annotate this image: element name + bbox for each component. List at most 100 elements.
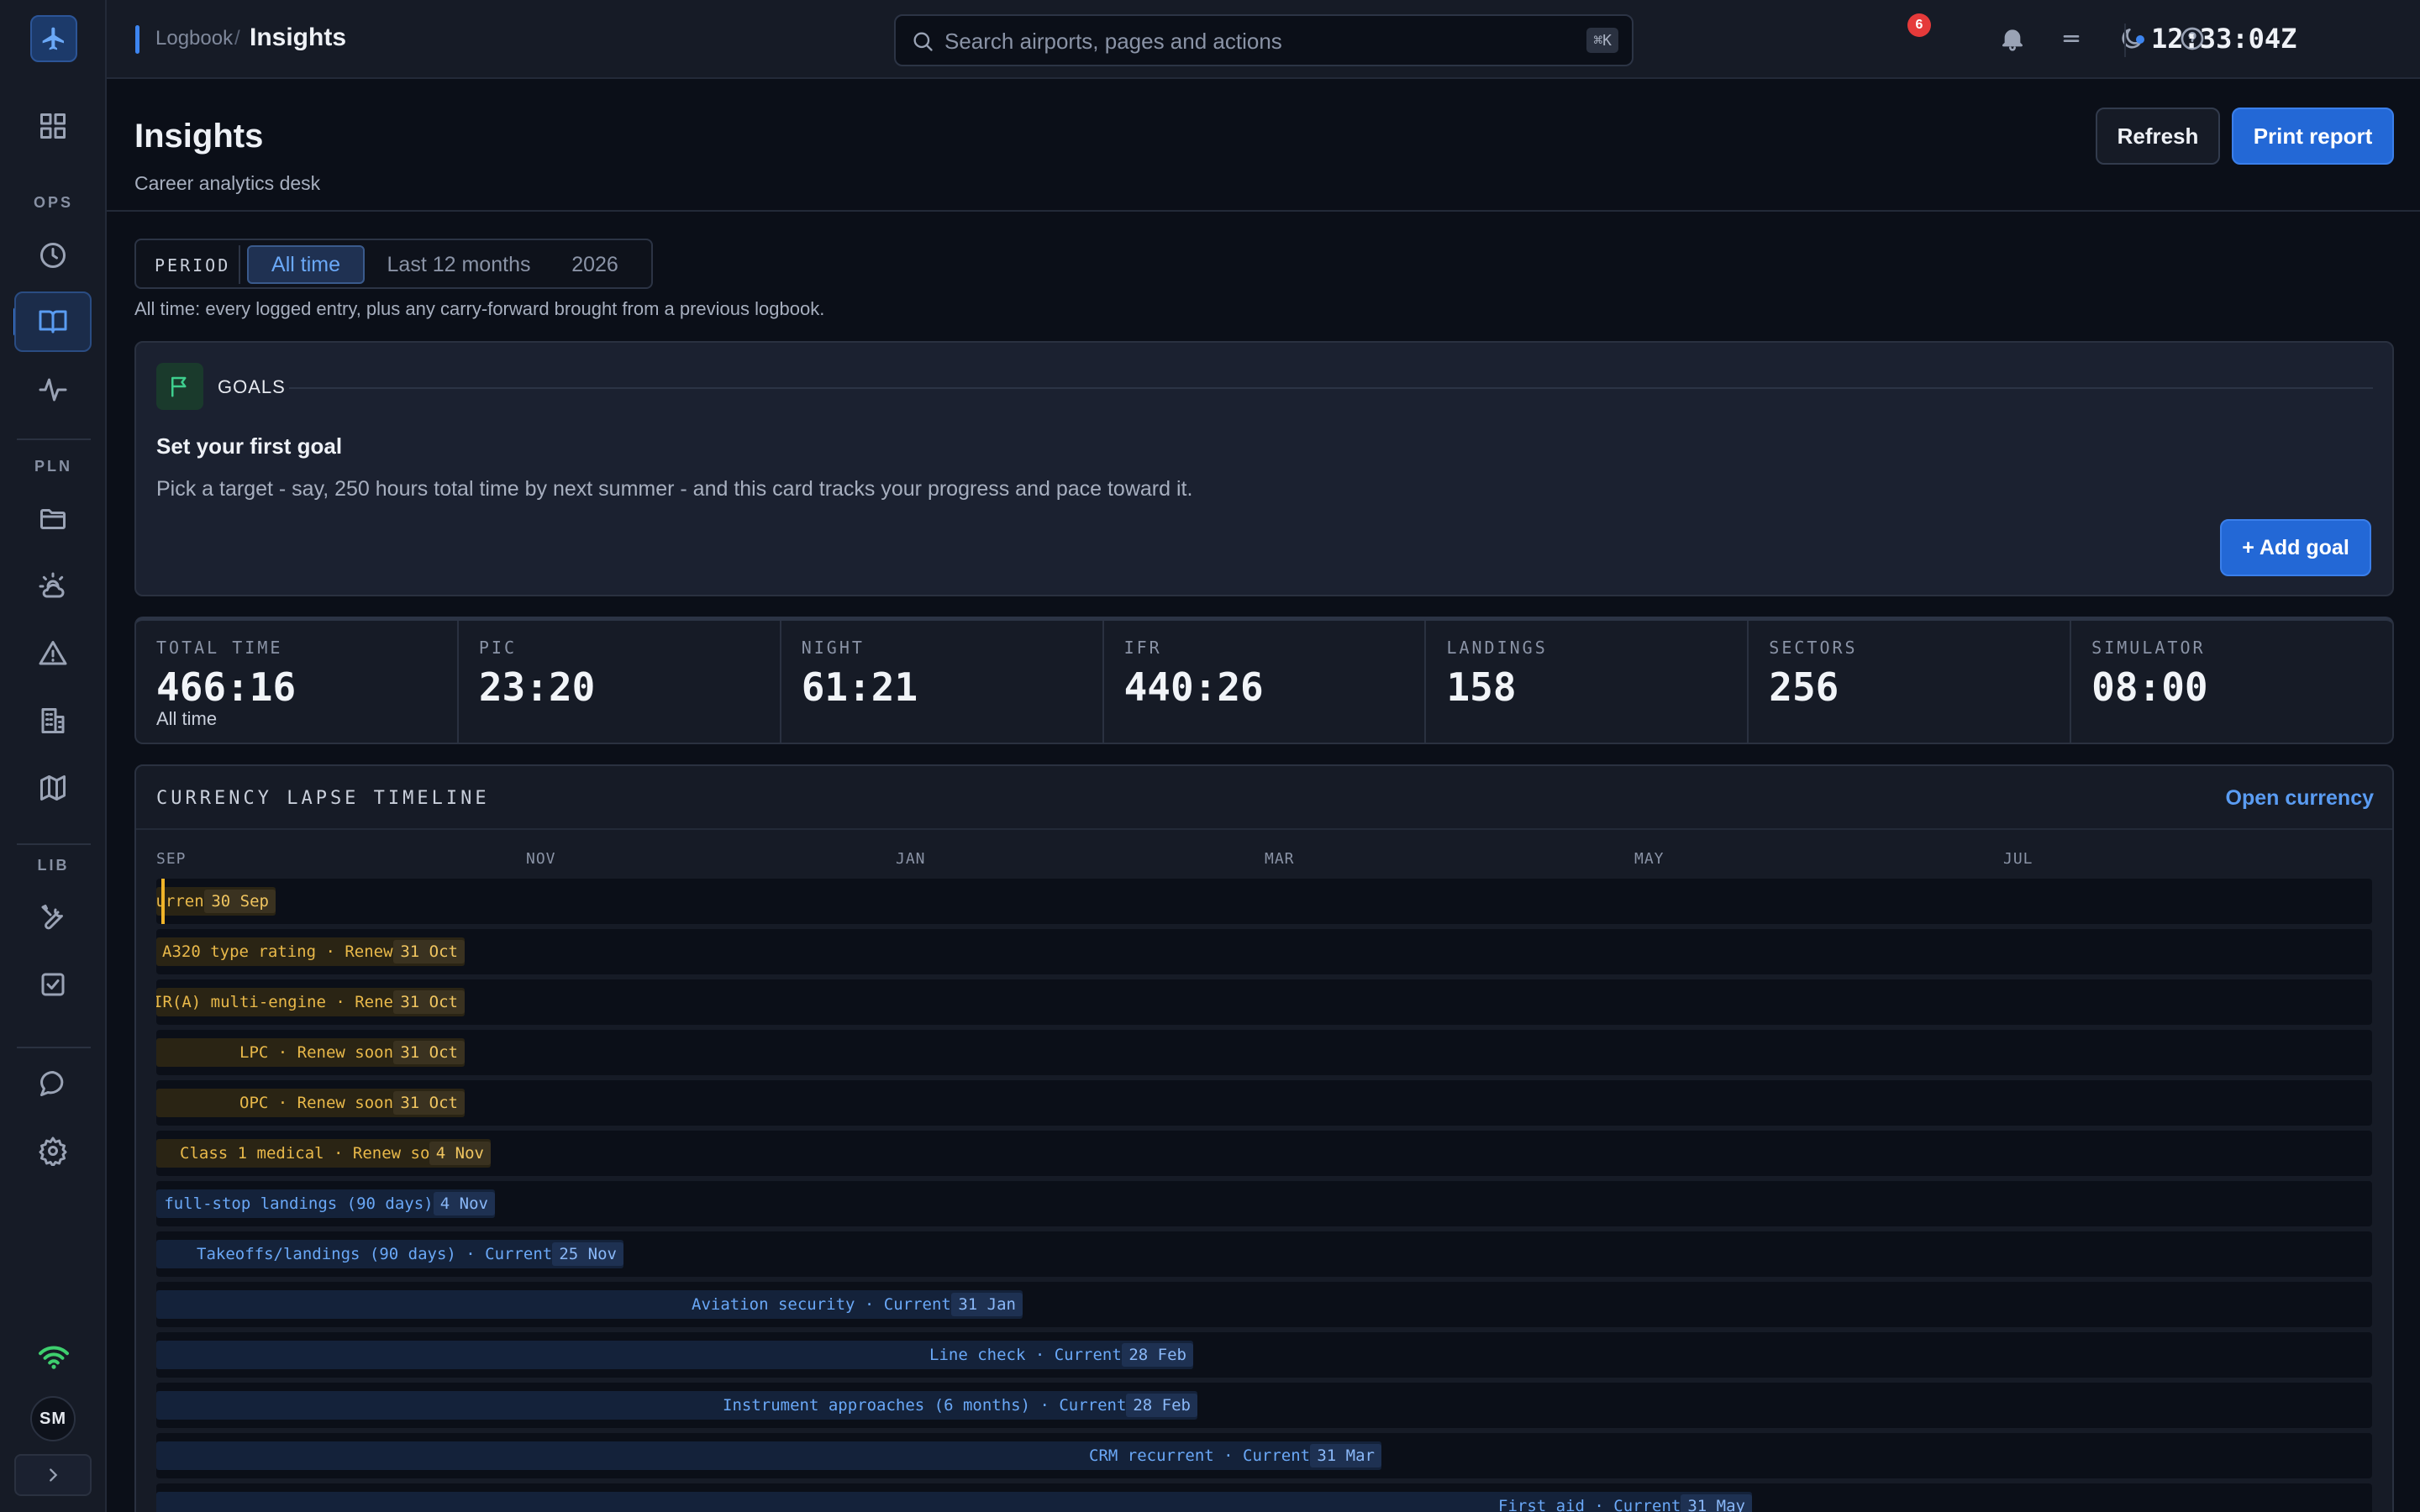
search-bar[interactable]: ⌘K [894, 14, 1634, 66]
currency-bar[interactable]: First aid · Current 31 May [156, 1492, 1752, 1512]
stat-label: IFR [1123, 638, 1162, 658]
search-icon [913, 32, 933, 51]
stat-value: 466:16 [156, 664, 297, 710]
period-label: PERIOD [155, 255, 231, 276]
app-logo[interactable] [30, 15, 77, 62]
page-subtitle: Career analytics desk [134, 172, 321, 194]
currency-bar[interactable]: Aviation security · Current 31 Jan [156, 1290, 1023, 1319]
book-icon [39, 310, 67, 333]
nav-buildings[interactable] [14, 690, 92, 751]
currency-bar[interactable]: Takeoffs/landings (90 days) · Current 25 … [156, 1240, 623, 1268]
currency-expiry-date: 31 Oct [393, 990, 465, 1014]
print-report-button[interactable]: Print report [2232, 108, 2394, 165]
sidebar-divider [17, 1047, 91, 1048]
month-label: JUL [2003, 850, 2033, 868]
open-currency-link[interactable]: Open currency [2226, 786, 2374, 811]
folder-icon [40, 509, 66, 529]
notifications-button[interactable] [1996, 22, 2029, 55]
period-option-all-time[interactable]: All time [247, 245, 365, 284]
stats-strip: TOTAL TIME 466:16 All time PIC 23:20 NIG… [134, 617, 2394, 744]
stat-sectors: SECTORS 256 [1749, 621, 2072, 743]
currency-label: Aviation security · Current [692, 1295, 951, 1314]
timeline-lane: IR(A) multi-engine · Rene 31 Oct [156, 979, 2372, 1025]
expand-sidebar-button[interactable] [14, 1454, 92, 1496]
stat-label: PIC [478, 638, 517, 658]
currency-expiry-date: 25 Nov [552, 1242, 623, 1266]
timeline-lane: OPC · Renew soon 31 Oct [156, 1080, 2372, 1126]
timeline-lane: Class 1 medical · Renew so 4 Nov [156, 1131, 2372, 1176]
currency-expiry-date: 31 Oct [393, 1091, 465, 1115]
currency-expiry-date: 30 Sep [204, 890, 276, 913]
goals-card: GOALS Set your first goal Pick a target … [134, 341, 2394, 596]
nav-analytics[interactable] [14, 360, 92, 420]
period-description: All time: every logged entry, plus any c… [134, 298, 825, 319]
nav-files[interactable] [14, 489, 92, 549]
timeline-lane: Instrument approaches (6 months) · Curre… [156, 1383, 2372, 1428]
flag-icon [171, 376, 187, 397]
goals-divider [289, 387, 2373, 389]
currency-bar[interactable]: LPC · Renew soon 31 Oct [156, 1038, 465, 1067]
currency-label: Takeoffs/landings (90 days) · Current [197, 1245, 553, 1263]
currency-label: IR(A) multi-engine · Rene [156, 993, 393, 1011]
currency-bar[interactable]: nt full-stop landings (90 days) 4 Nov [156, 1189, 495, 1218]
stat-landings: LANDINGS 158 [1426, 621, 1749, 743]
nav-maps[interactable] [14, 758, 92, 818]
currency-bar[interactable]: curren30 Sep [156, 887, 276, 916]
notification-count-badge: 6 [1907, 13, 1931, 37]
stat-value: 61:21 [801, 664, 918, 710]
currency-expiry-date: 4 Nov [433, 1192, 495, 1215]
currency-bar[interactable]: CRM recurrent · Current 31 Mar [156, 1441, 1381, 1470]
currency-expiry-date: 31 Jan [951, 1293, 1023, 1316]
tools-icon [41, 905, 63, 930]
nav-alerts[interactable] [14, 623, 92, 684]
month-label: MAR [1265, 850, 1295, 868]
currency-bar[interactable]: Class 1 medical · Renew so 4 Nov [156, 1139, 491, 1168]
currency-bar[interactable]: Instrument approaches (6 months) · Curre… [156, 1391, 1197, 1420]
pulse-icon [39, 378, 67, 402]
breadcrumb-parent-link[interactable]: Logbook [155, 27, 233, 50]
section-label-ops: OPS [33, 194, 73, 211]
currency-expiry-date: 28 Feb [1122, 1343, 1193, 1367]
nav-chat[interactable] [14, 1053, 92, 1114]
period-option-2026[interactable]: 2026 [553, 245, 637, 284]
menu-button[interactable] [2054, 22, 2088, 55]
currency-expiry-date: 28 Feb [1126, 1394, 1197, 1417]
period-option-last-12-months[interactable]: Last 12 months [375, 245, 543, 284]
stat-night: NIGHT 61:21 [781, 621, 1104, 743]
stat-value: 158 [1446, 664, 1517, 710]
month-label: NOV [526, 850, 556, 868]
search-shortcut-hint: ⌘K [1586, 28, 1618, 53]
period-divider [239, 245, 240, 284]
nav-dashboard[interactable] [14, 96, 92, 156]
stat-value: 23:20 [478, 664, 596, 710]
currency-bar[interactable]: A320 type rating · Renew 31 Oct [156, 937, 465, 966]
goals-badge [156, 363, 203, 410]
timeline-lane: nt full-stop landings (90 days) 4 Nov [156, 1181, 2372, 1226]
sidebar-divider [17, 843, 91, 845]
add-goal-button[interactable]: + Add goal [2220, 519, 2371, 576]
refresh-button[interactable]: Refresh [2096, 108, 2220, 165]
nav-checklists[interactable] [14, 954, 92, 1015]
goals-description: Pick a target - say, 250 hours total tim… [156, 477, 1193, 501]
avatar[interactable]: SM [30, 1396, 76, 1441]
map-icon [40, 775, 66, 801]
breadcrumb-accent [135, 25, 139, 54]
stat-label: SIMULATOR [2091, 638, 2206, 658]
search-input[interactable] [944, 26, 1549, 56]
currency-bar[interactable]: OPC · Renew soon 31 Oct [156, 1089, 465, 1117]
nav-history[interactable] [14, 225, 92, 286]
section-label-lib: LIB [37, 857, 70, 874]
wifi-icon [39, 1346, 69, 1369]
breadcrumb-current: Insights [250, 24, 347, 51]
nav-settings[interactable] [14, 1121, 92, 1181]
nav-tools[interactable] [14, 887, 92, 948]
currency-label: nt full-stop landings (90 days) [156, 1194, 434, 1213]
timeline-lane: Takeoffs/landings (90 days) · Current 25 … [156, 1231, 2372, 1277]
currency-label: LPC · Renew soon [239, 1043, 394, 1062]
nav-weather[interactable] [14, 556, 92, 617]
topbar-divider [2124, 24, 2126, 57]
currency-bar[interactable]: IR(A) multi-engine · Rene 31 Oct [156, 988, 465, 1016]
nav-logbook[interactable] [14, 291, 92, 352]
currency-bar[interactable]: Line check · Current 28 Feb [156, 1341, 1193, 1369]
timeline-title: CURRENCY LAPSE TIMELINE [156, 788, 490, 809]
